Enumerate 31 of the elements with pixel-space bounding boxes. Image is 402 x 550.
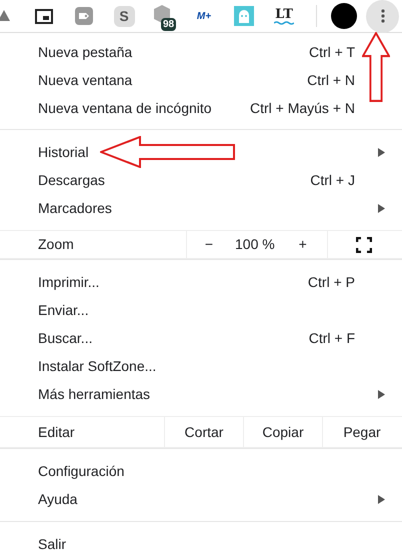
edit-action-button[interactable]: Copiar [243,417,322,447]
menu-item[interactable]: Enviar... [0,296,402,324]
tag-icon[interactable] [74,6,94,26]
menu-item[interactable]: Ayuda [0,485,402,513]
arrow-drawing [362,32,390,102]
edit-action-button[interactable]: Pegar [322,417,401,447]
more-icon [380,9,384,23]
edit-action-button[interactable]: Cortar [164,417,243,447]
triangle-icon[interactable] [0,9,11,23]
menu-item[interactable]: Buscar... Ctrl + F [0,324,402,352]
count-badge: 98 [161,18,176,31]
menu-item[interactable]: Nueva ventana Ctrl + N [0,66,402,94]
zoom-out-button[interactable]: − [201,234,217,255]
fullscreen-icon [356,236,372,252]
menu-item[interactable]: Marcadores [0,194,402,222]
avatar[interactable] [331,3,357,29]
zoom-in-button[interactable]: + [294,234,311,255]
extension-icon[interactable]: M+ [196,8,212,24]
menu-item[interactable]: Descargas Ctrl + J [0,166,402,194]
menu-item[interactable]: Configuración [0,457,402,485]
window-icon[interactable] [35,8,53,24]
menu-item[interactable]: Nueva ventana de incógnito Ctrl + Mayús + N [0,94,402,122]
menu-item[interactable]: Historial [0,138,402,166]
zoom-level: 100 % [235,235,275,254]
menu-item[interactable]: Salir [0,530,402,550]
extension-icon[interactable]: S [114,6,134,26]
menu-item[interactable]: Instalar SoftZone... [0,352,402,380]
menu-item[interactable]: Más herramientas [0,380,402,408]
menu-button[interactable] [366,0,399,32]
menu-item[interactable]: Nueva pestaña Ctrl + T [0,38,402,66]
menu-item[interactable]: Imprimir... Ctrl + P [0,268,402,296]
